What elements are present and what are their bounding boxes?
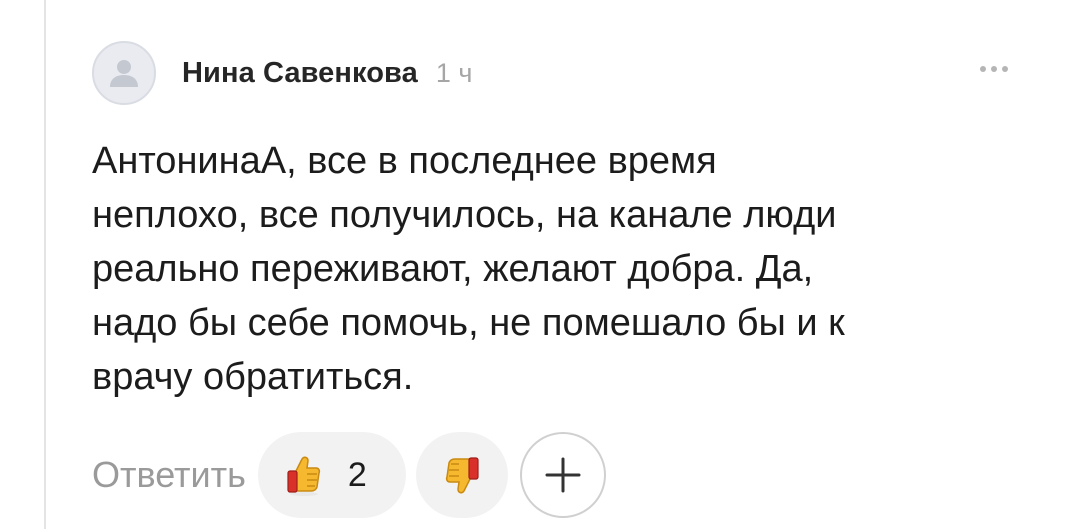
user-placeholder-icon <box>110 60 138 87</box>
comment-actions: Ответить 2 <box>92 432 606 518</box>
dot <box>980 66 986 72</box>
dot <box>1002 66 1008 72</box>
thumbs-up-emoji-icon <box>287 456 321 496</box>
thread-line <box>44 0 46 529</box>
avatar[interactable] <box>92 41 156 105</box>
comment-header: Нина Савенкова 1 ч <box>92 40 472 106</box>
plus-icon <box>545 457 581 493</box>
dot <box>991 66 997 72</box>
like-button[interactable]: 2 <box>257 432 406 518</box>
comment-text: АнтонинаА, все в последнее время неплохо… <box>92 140 845 398</box>
dislike-button[interactable] <box>415 432 508 518</box>
thumbs-down-emoji-icon <box>445 457 479 494</box>
more-dots-icon[interactable] <box>980 66 1008 72</box>
author-name[interactable]: Нина Савенкова <box>182 57 418 90</box>
comment-page: Нина Савенкова 1 ч АнтонинаА, все в посл… <box>0 0 1080 529</box>
add-reaction-button[interactable] <box>519 432 606 518</box>
like-count: 2 <box>347 455 367 494</box>
reply-button[interactable]: Ответить <box>92 454 246 496</box>
comment-time: 1 ч <box>435 57 473 88</box>
